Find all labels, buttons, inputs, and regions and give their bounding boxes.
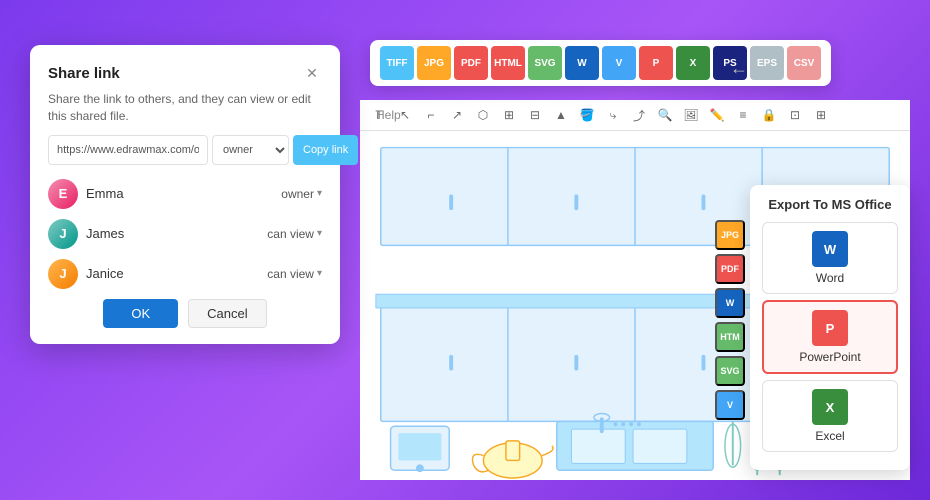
dialog-actions: OK Cancel: [48, 299, 322, 328]
side-jpg-button[interactable]: JPG: [715, 220, 745, 250]
toolbar-icon-path[interactable]: ⤴: [628, 104, 650, 126]
user-info-emma: E Emma: [48, 179, 124, 209]
toolbar-icon-mountain[interactable]: ▲: [550, 104, 572, 126]
toolbar-icon-pen[interactable]: ✏️: [706, 104, 728, 126]
toolbar-icon-connector[interactable]: ⤷: [602, 104, 624, 126]
export-word-item[interactable]: W Word: [762, 222, 898, 294]
avatar-janice: J: [48, 259, 78, 289]
toolbar-icon-table[interactable]: ⊞: [498, 104, 520, 126]
chevron-james: ▾: [317, 228, 322, 239]
side-svg-button[interactable]: SVG: [715, 356, 745, 386]
user-row-emma: E Emma owner ▾: [48, 179, 322, 209]
link-input[interactable]: [48, 135, 208, 165]
export-word-icon: W: [812, 231, 848, 267]
format-toolbar: TIFF JPG PDF HTML SVG W V P X PS EPS CSV: [370, 40, 831, 86]
canvas-toolbar: T ↖ ⌐ ↗ ⬡ ⊞ ⊟ ▲ 🪣 ⤷ ⤴ 🔍 🖼 ✏️ ≡ 🔒 ⊡ ⊞: [360, 100, 910, 131]
toolbar-icon-zoom[interactable]: 🔍: [654, 104, 676, 126]
role-label-james: can view: [267, 227, 314, 241]
format-svg-button[interactable]: SVG: [528, 46, 562, 80]
format-ppt-button[interactable]: P: [639, 46, 673, 80]
side-pdf-button[interactable]: PDF: [715, 254, 745, 284]
export-excel-icon: X: [812, 389, 848, 425]
export-panel: Export To MS Office W Word P PowerPoint …: [750, 185, 910, 470]
user-row-janice: J Janice can view ▾: [48, 259, 322, 289]
dialog-header: Share link ✕: [48, 63, 322, 83]
cancel-button[interactable]: Cancel: [188, 299, 266, 328]
username-emma: Emma: [86, 186, 124, 201]
format-v-button[interactable]: V: [602, 46, 636, 80]
ok-button[interactable]: OK: [103, 299, 178, 328]
side-html-button[interactable]: HTM: [715, 322, 745, 352]
avatar-james: J: [48, 219, 78, 249]
toolbar-icon-image[interactable]: 🖼: [680, 104, 702, 126]
format-csv-button[interactable]: CSV: [787, 46, 821, 80]
username-james: James: [86, 226, 124, 241]
user-role-james[interactable]: can view ▾: [267, 227, 322, 241]
chevron-janice: ▾: [317, 268, 322, 279]
help-label: Help: [376, 108, 401, 122]
side-v-button[interactable]: V: [715, 390, 745, 420]
export-ppt-icon: P: [812, 310, 848, 346]
share-link-dialog: Share link ✕ Share the link to others, a…: [30, 45, 340, 344]
export-powerpoint-item[interactable]: P PowerPoint: [762, 300, 898, 374]
link-row: owner can view can edit Copy link: [48, 135, 322, 165]
toolbar-icon-lines[interactable]: ≡: [732, 104, 754, 126]
format-tiff-button[interactable]: TIFF: [380, 46, 414, 80]
user-role-emma[interactable]: owner ▾: [281, 187, 322, 201]
export-excel-label: Excel: [815, 429, 844, 443]
export-panel-title: Export To MS Office: [762, 197, 898, 212]
user-role-janice[interactable]: can view ▾: [267, 267, 322, 281]
role-label-emma: owner: [281, 187, 314, 201]
format-html-button[interactable]: HTML: [491, 46, 525, 80]
avatar-emma: E: [48, 179, 78, 209]
toolbar-icon-shapes[interactable]: ⬡: [472, 104, 494, 126]
format-pdf-button[interactable]: PDF: [454, 46, 488, 80]
format-jpg-button[interactable]: JPG: [417, 46, 451, 80]
toolbar-icon-layout[interactable]: ⊡: [784, 104, 806, 126]
format-eps-button[interactable]: EPS: [750, 46, 784, 80]
export-excel-item[interactable]: X Excel: [762, 380, 898, 452]
toolbar-icon-lock[interactable]: 🔒: [758, 104, 780, 126]
export-word-label: Word: [816, 271, 844, 285]
format-xls-button[interactable]: X: [676, 46, 710, 80]
toolbar-icon-paint[interactable]: 🪣: [576, 104, 598, 126]
user-info-james: J James: [48, 219, 124, 249]
export-ppt-label: PowerPoint: [799, 350, 860, 364]
role-label-janice: can view: [267, 267, 314, 281]
toolbar-icon-arrow[interactable]: ↗: [446, 104, 468, 126]
user-row-james: J James can view ▾: [48, 219, 322, 249]
user-info-janice: J Janice: [48, 259, 124, 289]
side-toolbar: JPG PDF W HTM SVG V: [715, 220, 745, 420]
link-role-select[interactable]: owner can view can edit: [212, 135, 289, 165]
chevron-emma: ▾: [317, 188, 322, 199]
dialog-description: Share the link to others, and they can v…: [48, 91, 322, 125]
format-word-button[interactable]: W: [565, 46, 599, 80]
toolbar-icon-line[interactable]: ⊟: [524, 104, 546, 126]
toolbar-icon-grid[interactable]: ⊞: [810, 104, 832, 126]
dialog-close-button[interactable]: ✕: [302, 63, 322, 83]
dialog-title: Share link: [48, 65, 120, 82]
username-janice: Janice: [86, 266, 124, 281]
toolbar-icon-corner[interactable]: ⌐: [420, 104, 442, 126]
copy-link-button[interactable]: Copy link: [293, 135, 358, 165]
side-word-button[interactable]: W: [715, 288, 745, 318]
arrow-indicator: ←: [730, 58, 748, 79]
